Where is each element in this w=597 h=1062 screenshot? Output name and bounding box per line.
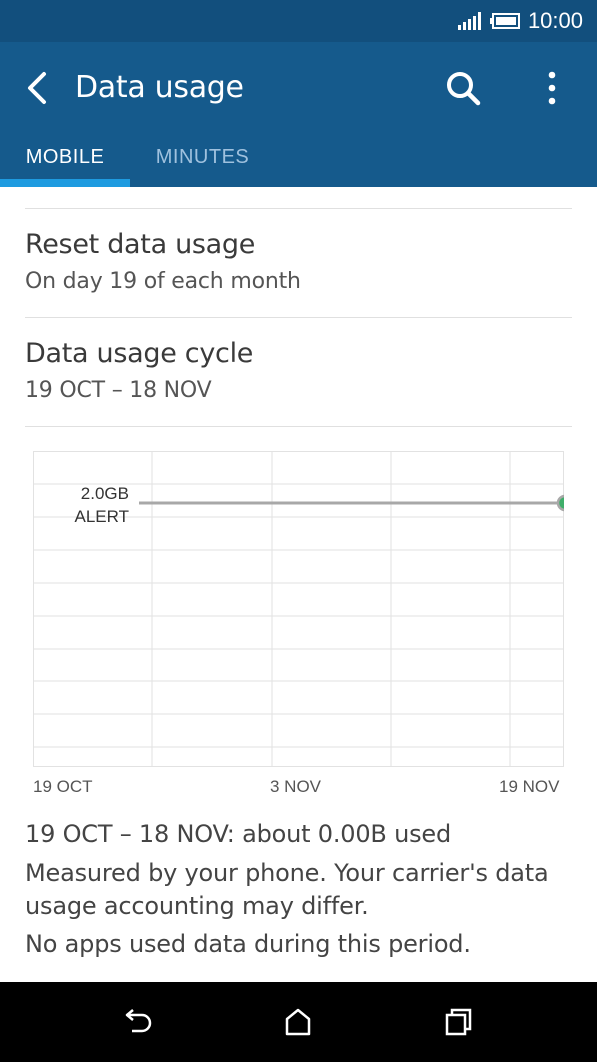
alert-handle[interactable] xyxy=(556,494,564,512)
data-usage-cycle-title: Data usage cycle xyxy=(25,338,254,369)
signal-icon xyxy=(458,12,481,30)
status-bar: 10:00 xyxy=(0,0,597,42)
usage-summary: 19 OCT – 18 NOV: about 0.00B used xyxy=(25,820,452,848)
tab-minutes-label: MINUTES xyxy=(155,146,250,168)
x-tick-label: 19 OCT xyxy=(33,777,93,796)
nav-recent-apps-icon[interactable] xyxy=(440,1004,476,1040)
navigation-bar xyxy=(0,982,597,1062)
battery-icon xyxy=(490,13,520,29)
alert-label: ALERT xyxy=(75,507,130,526)
no-apps-message: No apps used data during this period. xyxy=(25,930,471,958)
reset-data-usage-title: Reset data usage xyxy=(25,229,256,260)
more-options-icon[interactable] xyxy=(540,68,564,108)
page-title: Data usage xyxy=(75,70,244,105)
nav-home-icon[interactable] xyxy=(280,1004,316,1040)
x-tick-label: 3 NOV xyxy=(270,777,322,796)
tab-mobile-label: MOBILE xyxy=(25,146,105,168)
reset-data-usage-summary: On day 19 of each month xyxy=(25,269,301,294)
x-tick-label: 19 NOV xyxy=(499,777,560,796)
status-time: 10:00 xyxy=(527,8,583,33)
tab-indicator xyxy=(0,179,130,187)
nav-back-icon[interactable] xyxy=(120,1004,156,1040)
carrier-note: Measured by your phone. Your carrier's d… xyxy=(25,859,549,920)
divider xyxy=(25,426,572,427)
back-arrow-icon[interactable] xyxy=(22,68,54,108)
data-usage-chart: 2.0GB ALERT xyxy=(33,451,564,767)
search-icon[interactable] xyxy=(444,68,482,108)
app-bar: Data usage MOBILE MINUTES xyxy=(0,42,597,187)
alert-value-label: 2.0GB xyxy=(81,484,129,503)
tab-minutes[interactable]: MINUTES xyxy=(140,146,265,187)
data-usage-cycle-item[interactable]: Data usage cycle 19 OCT – 18 NOV xyxy=(0,318,597,426)
data-usage-cycle-summary: 19 OCT – 18 NOV xyxy=(25,378,212,403)
reset-data-usage-item[interactable]: Reset data usage On day 19 of each month xyxy=(0,209,597,317)
